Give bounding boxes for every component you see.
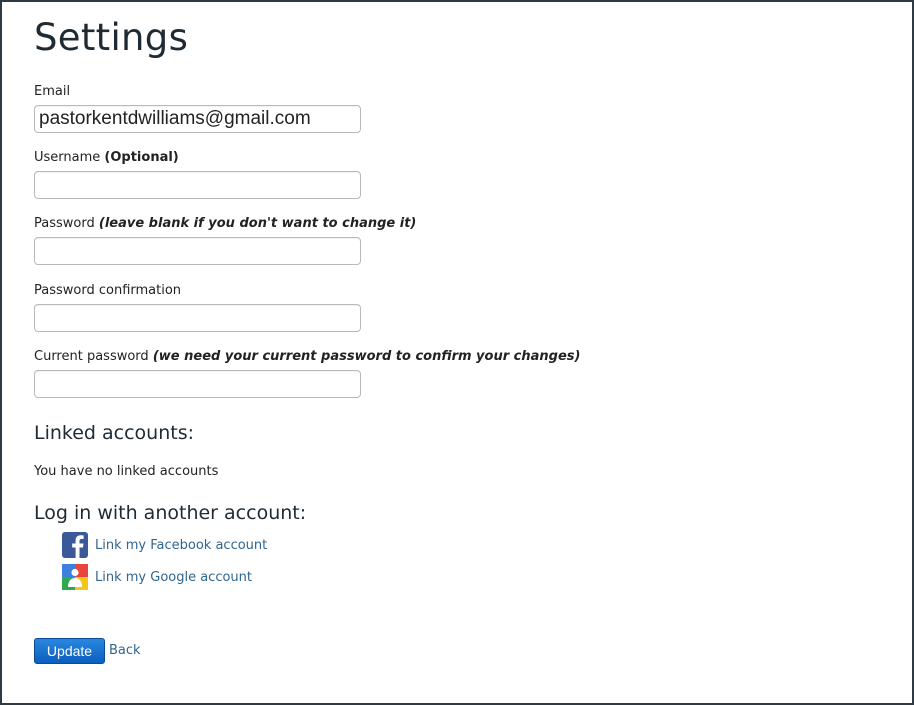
link-google-label: Link my Google account bbox=[95, 569, 253, 585]
email-input[interactable] bbox=[34, 105, 361, 133]
password-label: Password (leave blank if you don't want … bbox=[34, 216, 416, 231]
username-note: (Optional) bbox=[104, 150, 179, 165]
link-facebook-label: Link my Facebook account bbox=[95, 537, 268, 553]
facebook-icon bbox=[62, 532, 88, 558]
google-icon bbox=[62, 564, 88, 590]
current-password-note: (we need your current password to confir… bbox=[152, 349, 581, 364]
current-password-input[interactable] bbox=[34, 370, 361, 398]
password-note: (leave blank if you don't want to change… bbox=[98, 216, 417, 231]
no-linked-accounts-text: You have no linked accounts bbox=[34, 464, 219, 479]
current-password-label: Current password (we need your current p… bbox=[34, 349, 580, 364]
current-password-label-text: Current password bbox=[34, 349, 149, 364]
login-another-account-heading: Log in with another account: bbox=[34, 502, 307, 524]
page-title: Settings bbox=[34, 16, 189, 59]
settings-page: Settings Email Username (Optional) Passw… bbox=[0, 0, 914, 705]
username-label: Username (Optional) bbox=[34, 150, 179, 165]
back-link[interactable]: Back bbox=[109, 643, 141, 658]
password-confirmation-label: Password confirmation bbox=[34, 283, 181, 298]
password-confirmation-input[interactable] bbox=[34, 304, 361, 332]
linked-accounts-heading: Linked accounts: bbox=[34, 422, 195, 444]
password-input[interactable] bbox=[34, 237, 361, 265]
link-google-account[interactable]: Link my Google account bbox=[62, 564, 252, 590]
update-button[interactable]: Update bbox=[34, 638, 105, 664]
username-label-text: Username bbox=[34, 150, 101, 165]
username-input[interactable] bbox=[34, 171, 361, 199]
link-facebook-account[interactable]: Link my Facebook account bbox=[62, 532, 267, 558]
password-label-text: Password bbox=[34, 216, 95, 231]
email-label-text: Email bbox=[34, 84, 71, 99]
password-confirmation-label-text: Password confirmation bbox=[34, 283, 182, 298]
email-label: Email bbox=[34, 84, 70, 99]
